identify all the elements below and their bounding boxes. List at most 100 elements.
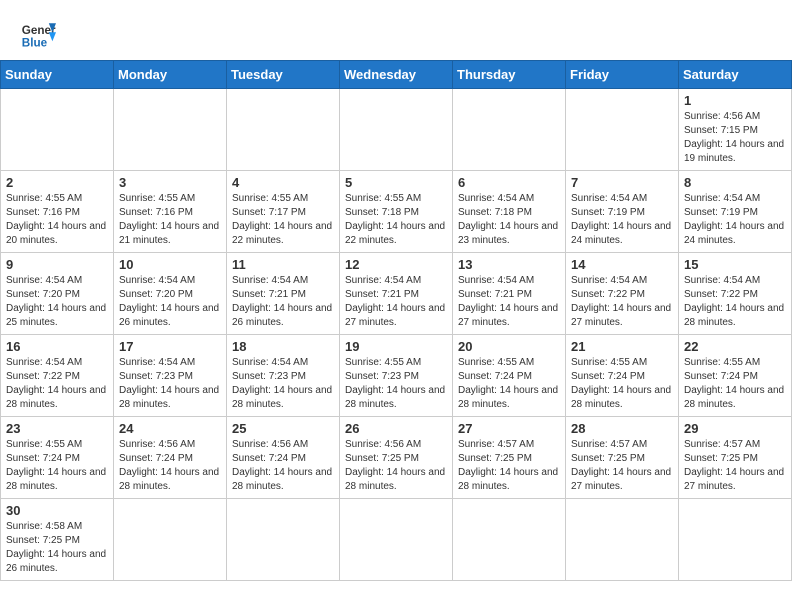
logo: General Blue [20,16,56,52]
day-info: Sunrise: 4:55 AMSunset: 7:24 PMDaylight:… [6,438,108,494]
calendar-cell [453,499,566,581]
day-number: 26 [345,421,447,436]
day-info: Sunrise: 4:55 AMSunset: 7:16 PMDaylight:… [6,192,108,248]
day-info: Sunrise: 4:56 AMSunset: 7:24 PMDaylight:… [119,438,221,494]
day-info: Sunrise: 4:54 AMSunset: 7:23 PMDaylight:… [232,356,334,412]
day-number: 15 [684,257,786,272]
day-number: 19 [345,339,447,354]
calendar-cell: 11 Sunrise: 4:54 AMSunset: 7:21 PMDayligh… [227,253,340,335]
day-number: 22 [684,339,786,354]
day-info: Sunrise: 4:57 AMSunset: 7:25 PMDaylight:… [684,438,786,494]
day-number: 2 [6,175,108,190]
calendar-cell: 15 Sunrise: 4:54 AMSunset: 7:22 PMDayligh… [679,253,792,335]
day-number: 21 [571,339,673,354]
day-info: Sunrise: 4:55 AMSunset: 7:18 PMDaylight:… [345,192,447,248]
calendar-cell: 2 Sunrise: 4:55 AMSunset: 7:16 PMDaylight… [1,171,114,253]
svg-text:Blue: Blue [22,37,48,50]
calendar-cell: 10 Sunrise: 4:54 AMSunset: 7:20 PMDayligh… [114,253,227,335]
calendar-body: 1Sunrise: 4:56 AMSunset: 7:15 PMDaylight… [1,89,792,581]
day-info: Sunrise: 4:54 AMSunset: 7:20 PMDaylight:… [6,274,108,330]
day-header-wednesday: Wednesday [340,61,453,89]
day-header-thursday: Thursday [453,61,566,89]
calendar-cell [453,89,566,171]
page-header: General Blue [0,0,792,60]
day-number: 4 [232,175,334,190]
day-number: 11 [232,257,334,272]
calendar-cell [566,499,679,581]
calendar-cell: 14 Sunrise: 4:54 AMSunset: 7:22 PMDayligh… [566,253,679,335]
calendar-cell: 1Sunrise: 4:56 AMSunset: 7:15 PMDaylight… [679,89,792,171]
day-number: 18 [232,339,334,354]
day-number: 25 [232,421,334,436]
calendar-cell: 13 Sunrise: 4:54 AMSunset: 7:21 PMDayligh… [453,253,566,335]
calendar-cell: 9 Sunrise: 4:54 AMSunset: 7:20 PMDaylight… [1,253,114,335]
calendar-cell: 25Sunrise: 4:56 AMSunset: 7:24 PMDayligh… [227,417,340,499]
day-info: Sunrise: 4:55 AMSunset: 7:24 PMDaylight:… [458,356,560,412]
calendar-cell [340,89,453,171]
day-number: 20 [458,339,560,354]
calendar-cell [679,499,792,581]
day-info: Sunrise: 4:55 AMSunset: 7:16 PMDaylight:… [119,192,221,248]
calendar-cell: 12 Sunrise: 4:54 AMSunset: 7:21 PMDayligh… [340,253,453,335]
calendar-cell [227,499,340,581]
day-info: Sunrise: 4:54 AMSunset: 7:20 PMDaylight:… [119,274,221,330]
day-info: Sunrise: 4:55 AMSunset: 7:24 PMDaylight:… [571,356,673,412]
day-info: Sunrise: 4:54 AMSunset: 7:21 PMDaylight:… [232,274,334,330]
day-header-tuesday: Tuesday [227,61,340,89]
calendar-cell: 3Sunrise: 4:55 AMSunset: 7:16 PMDaylight… [114,171,227,253]
calendar-cell [1,89,114,171]
day-info: Sunrise: 4:54 AMSunset: 7:21 PMDaylight:… [345,274,447,330]
day-info: Sunrise: 4:54 AMSunset: 7:22 PMDaylight:… [6,356,108,412]
calendar-cell: 4Sunrise: 4:55 AMSunset: 7:17 PMDaylight… [227,171,340,253]
calendar-cell: 6Sunrise: 4:54 AMSunset: 7:18 PMDaylight… [453,171,566,253]
day-number: 14 [571,257,673,272]
day-number: 9 [6,257,108,272]
calendar-cell: 7 Sunrise: 4:54 AMSunset: 7:19 PMDaylight… [566,171,679,253]
day-header-sunday: Sunday [1,61,114,89]
day-number: 28 [571,421,673,436]
calendar-cell: 5Sunrise: 4:55 AMSunset: 7:18 PMDaylight… [340,171,453,253]
day-info: Sunrise: 4:55 AMSunset: 7:23 PMDaylight:… [345,356,447,412]
day-number: 29 [684,421,786,436]
calendar-table: SundayMondayTuesdayWednesdayThursdayFrid… [0,60,792,581]
day-info: Sunrise: 4:54 AMSunset: 7:21 PMDaylight:… [458,274,560,330]
day-number: 6 [458,175,560,190]
day-info: Sunrise: 4:58 AMSunset: 7:25 PMDaylight:… [6,520,108,576]
calendar-cell: 16 Sunrise: 4:54 AMSunset: 7:22 PMDayligh… [1,335,114,417]
calendar-cell: 21 Sunrise: 4:55 AMSunset: 7:24 PMDayligh… [566,335,679,417]
day-number: 24 [119,421,221,436]
calendar-cell: 19 Sunrise: 4:55 AMSunset: 7:23 PMDayligh… [340,335,453,417]
day-number: 16 [6,339,108,354]
calendar-cell: 29 Sunrise: 4:57 AMSunset: 7:25 PMDayligh… [679,417,792,499]
day-info: Sunrise: 4:54 AMSunset: 7:22 PMDaylight:… [571,274,673,330]
day-header-monday: Monday [114,61,227,89]
calendar-cell [114,499,227,581]
day-number: 12 [345,257,447,272]
day-info: Sunrise: 4:55 AMSunset: 7:24 PMDaylight:… [684,356,786,412]
calendar-cell [227,89,340,171]
calendar-cell: 27 Sunrise: 4:57 AMSunset: 7:25 PMDayligh… [453,417,566,499]
calendar-cell: 23 Sunrise: 4:55 AMSunset: 7:24 PMDayligh… [1,417,114,499]
day-header-saturday: Saturday [679,61,792,89]
day-number: 27 [458,421,560,436]
day-info: Sunrise: 4:54 AMSunset: 7:19 PMDaylight:… [571,192,673,248]
calendar-cell: 30Sunrise: 4:58 AMSunset: 7:25 PMDayligh… [1,499,114,581]
day-info: Sunrise: 4:54 AMSunset: 7:23 PMDaylight:… [119,356,221,412]
day-number: 13 [458,257,560,272]
day-number: 10 [119,257,221,272]
calendar-cell: 18 Sunrise: 4:54 AMSunset: 7:23 PMDayligh… [227,335,340,417]
day-info: Sunrise: 4:56 AMSunset: 7:25 PMDaylight:… [345,438,447,494]
logo-icon: General Blue [20,16,56,52]
day-header-friday: Friday [566,61,679,89]
calendar-cell: 28Sunrise: 4:57 AMSunset: 7:25 PMDayligh… [566,417,679,499]
calendar-cell: 17Sunrise: 4:54 AMSunset: 7:23 PMDayligh… [114,335,227,417]
calendar-cell: 8Sunrise: 4:54 AMSunset: 7:19 PMDaylight… [679,171,792,253]
calendar-cell: 20 Sunrise: 4:55 AMSunset: 7:24 PMDayligh… [453,335,566,417]
day-info: Sunrise: 4:54 AMSunset: 7:22 PMDaylight:… [684,274,786,330]
day-number: 23 [6,421,108,436]
day-number: 7 [571,175,673,190]
day-info: Sunrise: 4:54 AMSunset: 7:19 PMDaylight:… [684,192,786,248]
calendar-cell [340,499,453,581]
day-info: Sunrise: 4:57 AMSunset: 7:25 PMDaylight:… [458,438,560,494]
day-info: Sunrise: 4:56 AMSunset: 7:15 PMDaylight:… [684,110,786,166]
